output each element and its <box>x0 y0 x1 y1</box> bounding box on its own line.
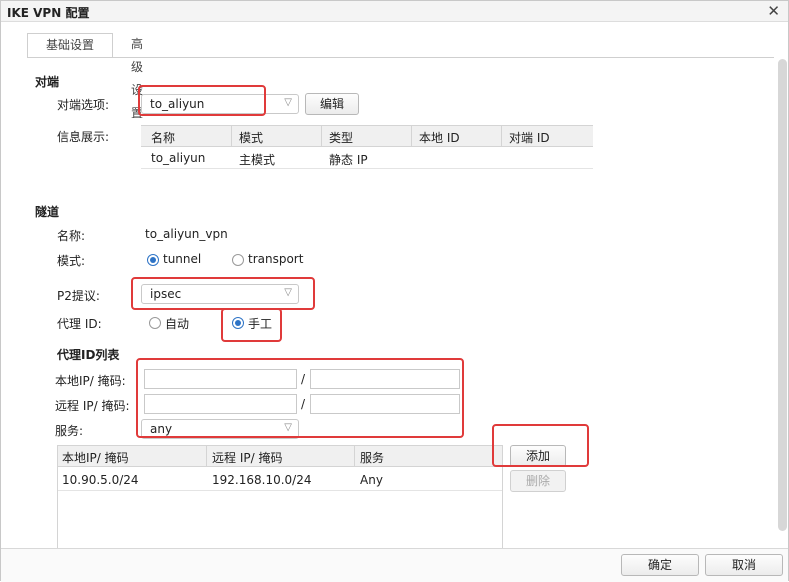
window-title: IKE VPN 配置 <box>7 6 90 20</box>
mode-option-tunnel: tunnel <box>163 252 202 266</box>
peer-info-table: 名称 模式 类型 本地 ID 对端 ID to_aliyun 主模式 静态 IP <box>141 125 593 169</box>
slash-separator: / <box>301 397 306 411</box>
tunnel-section-title: 隧道 <box>35 205 60 219</box>
service-label: 服务: <box>55 424 84 438</box>
mode-option-transport: transport <box>248 252 304 266</box>
proxy-id-table: 本地IP/ 掩码 远程 IP/ 掩码 服务 10.90.5.0/24 192.1… <box>57 445 503 549</box>
col-header-name: 名称 <box>151 131 176 145</box>
col-header-type: 类型 <box>329 131 354 145</box>
ok-button[interactable]: 确定 <box>621 554 699 576</box>
local-ip-label: 本地IP/ 掩码: <box>55 374 126 388</box>
p2-proposal-select[interactable]: ipsec ▽ <box>141 284 299 304</box>
cell-type: 静态 IP <box>329 153 368 167</box>
peer-section-title: 对端 <box>35 75 60 89</box>
chevron-down-icon: ▽ <box>284 422 292 433</box>
row-divider <box>141 168 593 169</box>
col-divider <box>206 446 207 466</box>
col-header-peer-id: 对端 ID <box>509 131 550 145</box>
mode-label: 模式: <box>57 254 86 268</box>
tunnel-name-value: to_aliyun_vpn <box>145 227 228 241</box>
cell-name: to_aliyun <box>151 151 206 165</box>
cancel-button[interactable]: 取消 <box>705 554 783 576</box>
peer-option-label: 对端选项: <box>57 98 110 112</box>
p2-proposal-label: P2提议: <box>57 289 100 303</box>
tunnel-name-label: 名称: <box>57 229 86 243</box>
proxy-table-header: 本地IP/ 掩码 远程 IP/ 掩码 服务 <box>58 446 502 467</box>
slash-separator: / <box>301 372 306 386</box>
cell-local-ip: 10.90.5.0/24 <box>62 473 139 487</box>
tab-advanced-settings[interactable]: 高级设置 <box>117 33 157 120</box>
col-header-local-id: 本地 ID <box>419 131 460 145</box>
col-divider <box>354 446 355 466</box>
edit-button[interactable]: 编辑 <box>305 93 359 115</box>
col-header-local-ip: 本地IP/ 掩码 <box>62 451 129 465</box>
chevron-down-icon: ▽ <box>284 287 292 298</box>
proxy-id-label: 代理 ID: <box>57 317 102 331</box>
peer-info-table-header: 名称 模式 类型 本地 ID 对端 ID <box>141 125 593 147</box>
add-button[interactable]: 添加 <box>510 445 566 467</box>
cell-mode: 主模式 <box>239 153 276 167</box>
col-header-service: 服务 <box>360 451 385 465</box>
p2-proposal-value: ipsec <box>150 287 182 301</box>
ike-vpn-dialog: IKE VPN 配置 ✕ 基础设置 高级设置 对端 对端选项: to_aliyu… <box>0 0 789 582</box>
proxy-radio-auto[interactable]: 自动 <box>149 315 209 331</box>
col-divider <box>501 126 502 146</box>
tab-divider <box>27 57 774 58</box>
delete-button[interactable]: 删除 <box>510 470 566 492</box>
col-divider <box>231 126 232 146</box>
remote-mask-input[interactable] <box>310 394 460 414</box>
service-select[interactable]: any ▽ <box>141 419 299 439</box>
local-mask-input[interactable] <box>310 369 460 389</box>
info-display-label: 信息展示: <box>57 130 110 144</box>
proxy-option-auto: 自动 <box>165 317 190 331</box>
close-icon[interactable]: ✕ <box>767 2 780 20</box>
row-divider <box>58 490 502 491</box>
mode-radio-tunnel[interactable]: tunnel <box>147 252 217 268</box>
scrollbar[interactable] <box>778 59 787 531</box>
radio-checked-icon <box>147 254 159 266</box>
col-divider <box>321 126 322 146</box>
proxy-option-manual: 手工 <box>248 317 273 331</box>
chevron-down-icon: ▽ <box>284 97 292 108</box>
service-value: any <box>150 422 173 436</box>
local-ip-input[interactable] <box>144 369 297 389</box>
peer-option-value: to_aliyun <box>150 97 205 111</box>
mode-radio-transport[interactable]: transport <box>232 252 312 268</box>
cell-remote-ip: 192.168.10.0/24 <box>212 473 312 487</box>
proxy-list-title: 代理ID列表 <box>57 348 120 362</box>
proxy-radio-manual[interactable]: 手工 <box>232 315 282 331</box>
tab-basic-settings[interactable]: 基础设置 <box>27 33 113 58</box>
remote-ip-input[interactable] <box>144 394 297 414</box>
remote-ip-label: 远程 IP/ 掩码: <box>55 399 130 413</box>
cell-service: Any <box>360 473 383 487</box>
radio-checked-icon <box>232 317 244 329</box>
col-header-mode: 模式 <box>239 131 264 145</box>
col-header-remote-ip: 远程 IP/ 掩码 <box>212 451 283 465</box>
radio-unchecked-icon <box>149 317 161 329</box>
dialog-footer: 确定 取消 <box>1 548 788 582</box>
col-divider <box>411 126 412 146</box>
radio-unchecked-icon <box>232 254 244 266</box>
peer-option-select[interactable]: to_aliyun ▽ <box>141 94 299 114</box>
title-bar: IKE VPN 配置 ✕ <box>1 1 788 22</box>
